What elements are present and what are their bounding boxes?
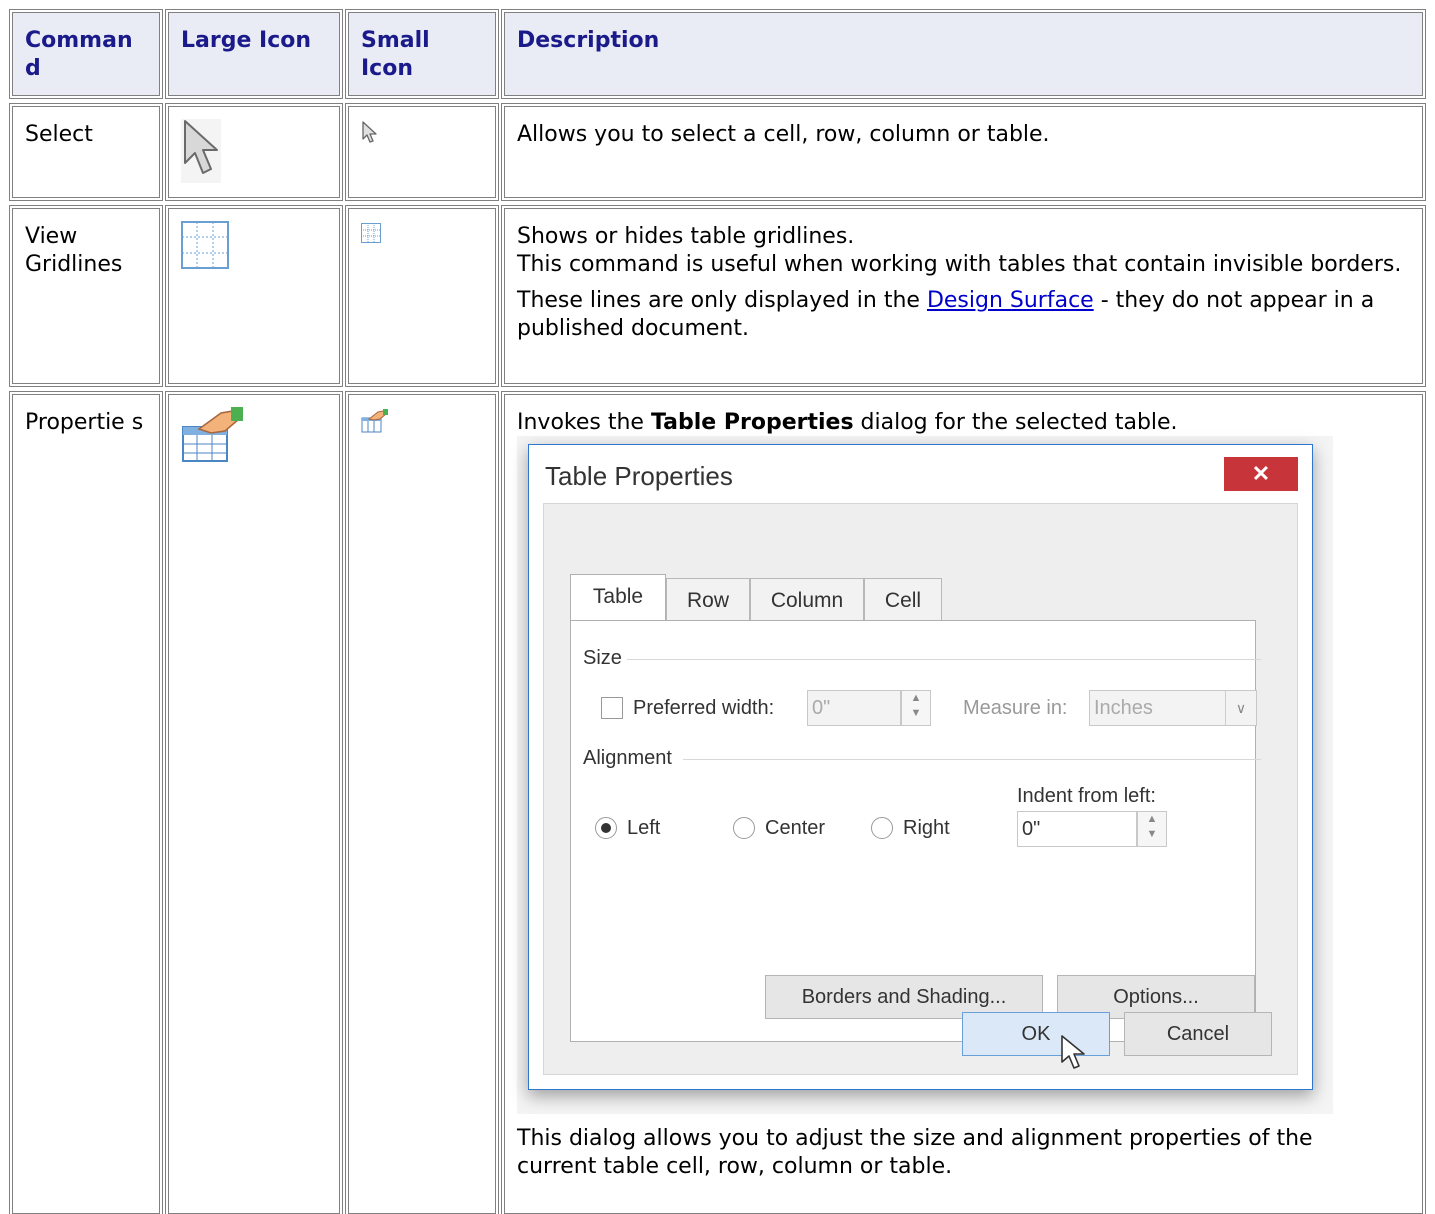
- arrow-pointer-icon: [181, 119, 221, 183]
- gridlines-desc-line1: Shows or hides table gridlines.: [517, 224, 855, 249]
- indent-from-left-input[interactable]: 0": [1017, 811, 1137, 847]
- size-group-label: Size: [583, 647, 622, 669]
- tab-panel-table: Size Preferred width: 0" ▲ ▼ Measure in: …: [570, 620, 1261, 1042]
- tab-column[interactable]: Column: [750, 578, 864, 622]
- properties-desc-footer: This dialog allows you to adjust the siz…: [517, 1126, 1313, 1179]
- row-select-command: Select: [9, 103, 163, 201]
- row-select-small-icon-cell: [345, 103, 499, 201]
- spinner-arrows-icon: ▲ ▼: [1146, 813, 1158, 840]
- arrow-pointer-icon: [362, 121, 377, 143]
- alignment-right-label: Right: [903, 817, 950, 839]
- grid-icon: [361, 223, 381, 243]
- dialog-body: Table Row Column Cell Size Preferred wid…: [543, 503, 1298, 1075]
- gridlines-desc-before-link: These lines are only displayed in the: [517, 288, 920, 313]
- tab-cell[interactable]: Cell: [864, 578, 942, 622]
- gridlines-desc-line3: These lines are only displayed in the De…: [517, 287, 1410, 343]
- alignment-right-radio[interactable]: [871, 817, 893, 839]
- row-properties-command: Propertie s: [9, 391, 163, 1214]
- size-group-separator: [627, 659, 1261, 660]
- close-icon: ✕: [1251, 461, 1271, 486]
- header-command: Comman d: [9, 9, 163, 99]
- indent-from-left-label: Indent from left:: [1017, 785, 1156, 807]
- row-gridlines-small-icon-cell: [345, 205, 499, 387]
- mouse-cursor-icon: [1061, 1035, 1085, 1069]
- close-button[interactable]: ✕: [1224, 457, 1298, 491]
- design-surface-link[interactable]: Design Surface: [927, 288, 1094, 313]
- row-select-large-icon-cell: [165, 103, 343, 201]
- chevron-down-icon: ∨: [1225, 691, 1256, 725]
- table-properties-icon: [361, 409, 388, 433]
- alignment-left-label: Left: [627, 817, 661, 839]
- header-description: Description: [501, 9, 1426, 99]
- measure-in-select[interactable]: Inches ∨: [1089, 690, 1257, 726]
- cancel-button[interactable]: Cancel: [1124, 1012, 1272, 1056]
- preferred-width-input[interactable]: 0": [807, 690, 901, 726]
- alignment-center-label: Center: [765, 817, 826, 839]
- tab-row[interactable]: Row: [666, 578, 750, 622]
- row-properties-small-icon-cell: [345, 391, 499, 1214]
- row-select-description: Allows you to select a cell, row, column…: [501, 103, 1426, 201]
- gridlines-desc-line2: This command is useful when working with…: [517, 252, 1402, 277]
- alignment-group-label: Alignment: [583, 747, 672, 769]
- grid-icon: [181, 221, 229, 269]
- preferred-width-spinner[interactable]: ▲ ▼: [901, 690, 931, 726]
- table-properties-icon: [182, 407, 243, 462]
- alignment-center-radio[interactable]: [733, 817, 755, 839]
- row-properties-large-icon-cell: [165, 391, 343, 1214]
- measure-in-value: Inches: [1094, 697, 1153, 719]
- dialog-title: Table Properties: [545, 461, 733, 491]
- header-large-icon: Large Icon: [165, 9, 343, 99]
- tab-table[interactable]: Table: [570, 574, 666, 622]
- header-small-icon: Small Icon: [345, 9, 499, 99]
- row-gridlines-description: Shows or hides table gridlines. This com…: [501, 205, 1426, 387]
- table-properties-dialog: Table Properties ✕ Table Row Column Cell…: [528, 444, 1313, 1090]
- alignment-group-separator: [683, 759, 1261, 760]
- preferred-width-checkbox[interactable]: [601, 697, 623, 719]
- spinner-arrows-icon: ▲ ▼: [910, 692, 922, 719]
- properties-desc-bold: Table Properties: [650, 410, 854, 435]
- properties-desc-after: dialog for the selected table.: [860, 410, 1178, 435]
- properties-desc-before: Invokes the: [517, 410, 644, 435]
- row-gridlines-command: View Gridlines: [9, 205, 163, 387]
- preferred-width-label: Preferred width:: [633, 697, 775, 719]
- alignment-left-radio[interactable]: [595, 817, 617, 839]
- indent-spinner[interactable]: ▲ ▼: [1137, 811, 1167, 847]
- properties-desc-intro: Invokes the Table Properties dialog for …: [517, 409, 1410, 437]
- row-gridlines-large-icon-cell: [165, 205, 343, 387]
- measure-in-label: Measure in:: [963, 697, 1068, 719]
